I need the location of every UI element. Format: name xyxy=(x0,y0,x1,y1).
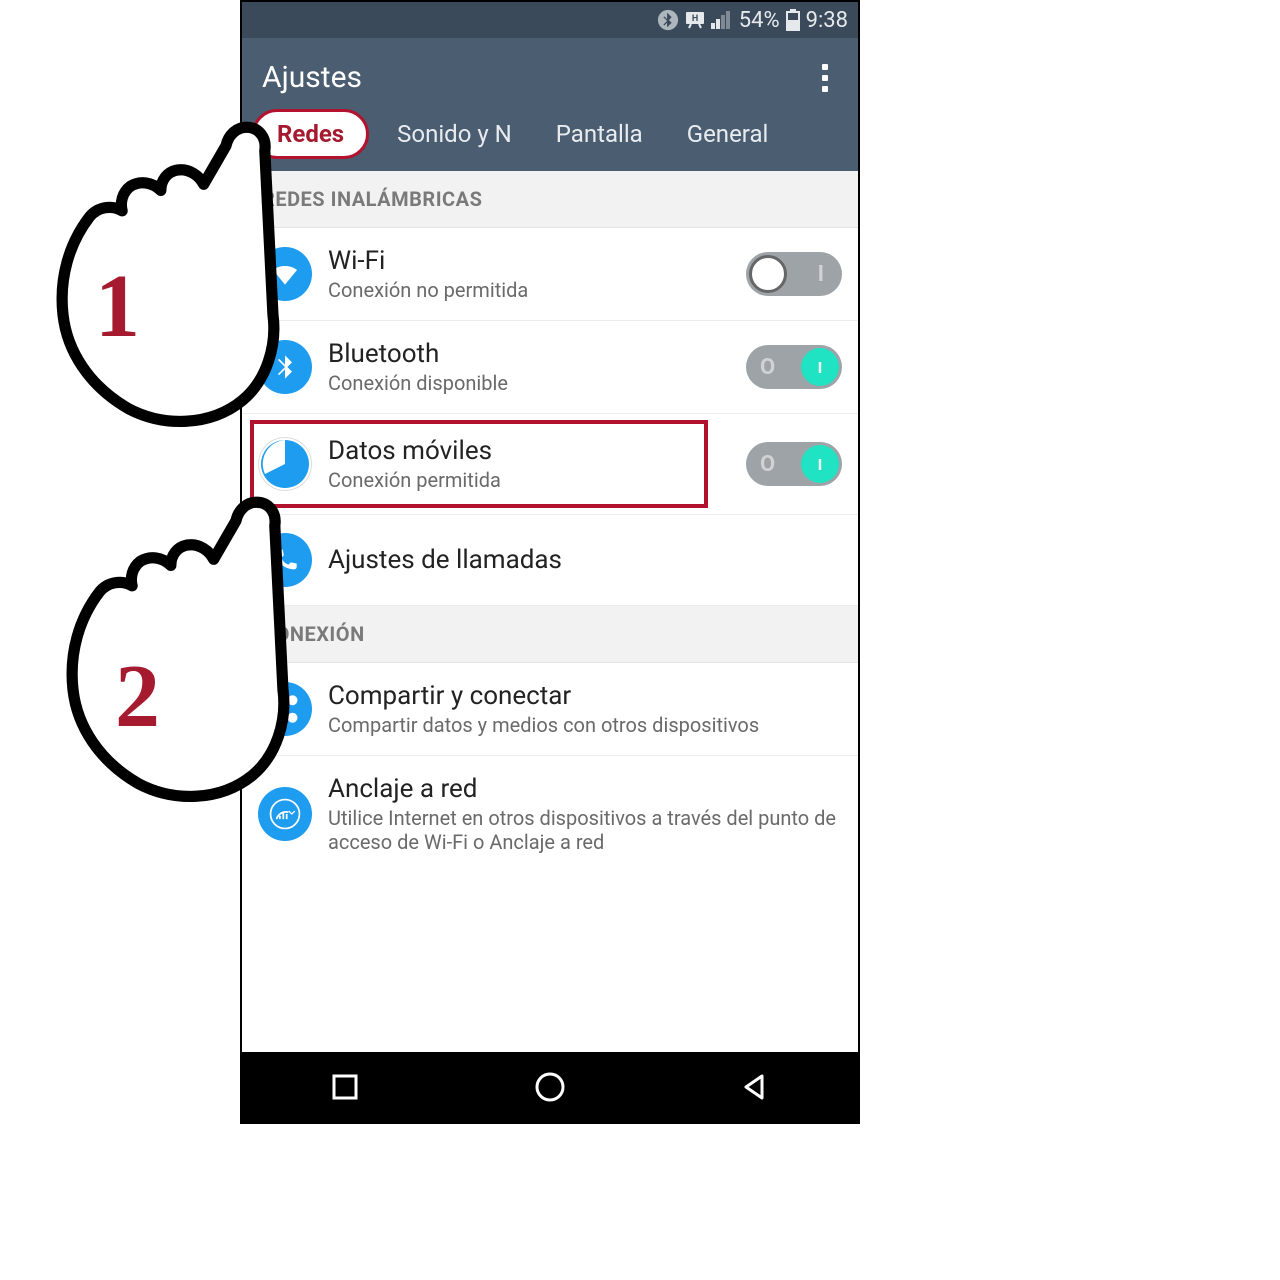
tether-sub: Utilice Internet en otros dispositivos a… xyxy=(328,806,842,854)
tether-title: Anclaje a red xyxy=(328,774,842,804)
data-sub: Conexión permitida xyxy=(328,468,730,492)
bluetooth-status-icon xyxy=(657,9,679,31)
step-number-1: 1 xyxy=(95,255,140,358)
data-toggle[interactable]: OI xyxy=(746,442,842,486)
page-title: Ajustes xyxy=(262,60,362,95)
wifi-sub: Conexión no permitida xyxy=(328,278,730,302)
wifi-icon xyxy=(258,247,312,301)
data-usage-icon xyxy=(258,437,312,491)
row-tether[interactable]: Anclaje a red Utilice Internet en otros … xyxy=(242,756,858,872)
battery-icon xyxy=(786,9,800,31)
tab-redes[interactable]: Redes xyxy=(252,109,369,159)
nav-home-button[interactable] xyxy=(530,1067,570,1107)
tab-bar: Redes Sonido y N Pantalla General xyxy=(242,105,858,171)
bluetooth-title: Bluetooth xyxy=(328,339,730,369)
bluetooth-icon xyxy=(258,340,312,394)
phone-frame: H 54% 9:38 Ajustes Redes Sonido y N Pant… xyxy=(240,0,860,1124)
row-bluetooth[interactable]: Bluetooth Conexión disponible OI xyxy=(242,321,858,414)
status-bar: H 54% 9:38 xyxy=(242,2,858,38)
clock: 9:38 xyxy=(806,8,848,33)
section-wireless: REDES INALÁMBRICAS xyxy=(242,171,858,228)
network-type-icon: H xyxy=(685,11,705,29)
row-calls[interactable]: Ajustes de llamadas xyxy=(242,515,858,606)
app-header: Ajustes xyxy=(242,38,858,105)
share-icon xyxy=(258,682,312,736)
android-navbar xyxy=(242,1052,858,1122)
calls-title: Ajustes de llamadas xyxy=(328,545,842,575)
share-title: Compartir y conectar xyxy=(328,681,842,711)
tab-sonido[interactable]: Sonido y N xyxy=(381,110,528,158)
tether-icon xyxy=(258,787,312,841)
bluetooth-sub: Conexión disponible xyxy=(328,371,730,395)
row-wifi[interactable]: Wi-Fi Conexión no permitida I xyxy=(242,228,858,321)
tab-general[interactable]: General xyxy=(671,110,785,158)
nav-back-button[interactable] xyxy=(735,1067,775,1107)
battery-percent: 54% xyxy=(739,8,780,33)
wifi-title: Wi-Fi xyxy=(328,246,730,276)
tab-pantalla[interactable]: Pantalla xyxy=(540,110,659,158)
row-mobile-data[interactable]: Datos móviles Conexión permitida OI xyxy=(242,414,858,515)
wifi-toggle[interactable]: I xyxy=(746,252,842,296)
step-number-2: 2 xyxy=(115,645,160,748)
share-sub: Compartir datos y medios con otros dispo… xyxy=(328,713,842,737)
pointer-hand-1: 1 xyxy=(10,115,275,445)
phone-icon xyxy=(258,533,312,587)
bluetooth-toggle[interactable]: OI xyxy=(746,345,842,389)
row-share[interactable]: Compartir y conectar Compartir datos y m… xyxy=(242,663,858,756)
nav-recent-button[interactable] xyxy=(325,1067,365,1107)
settings-content: REDES INALÁMBRICAS Wi-Fi Conexión no per… xyxy=(242,171,858,1052)
signal-icon xyxy=(711,11,733,29)
overflow-menu-icon[interactable] xyxy=(812,64,838,92)
data-title: Datos móviles xyxy=(328,436,730,466)
svg-text:H: H xyxy=(692,14,698,24)
section-connection: CONEXIÓN xyxy=(242,606,858,663)
